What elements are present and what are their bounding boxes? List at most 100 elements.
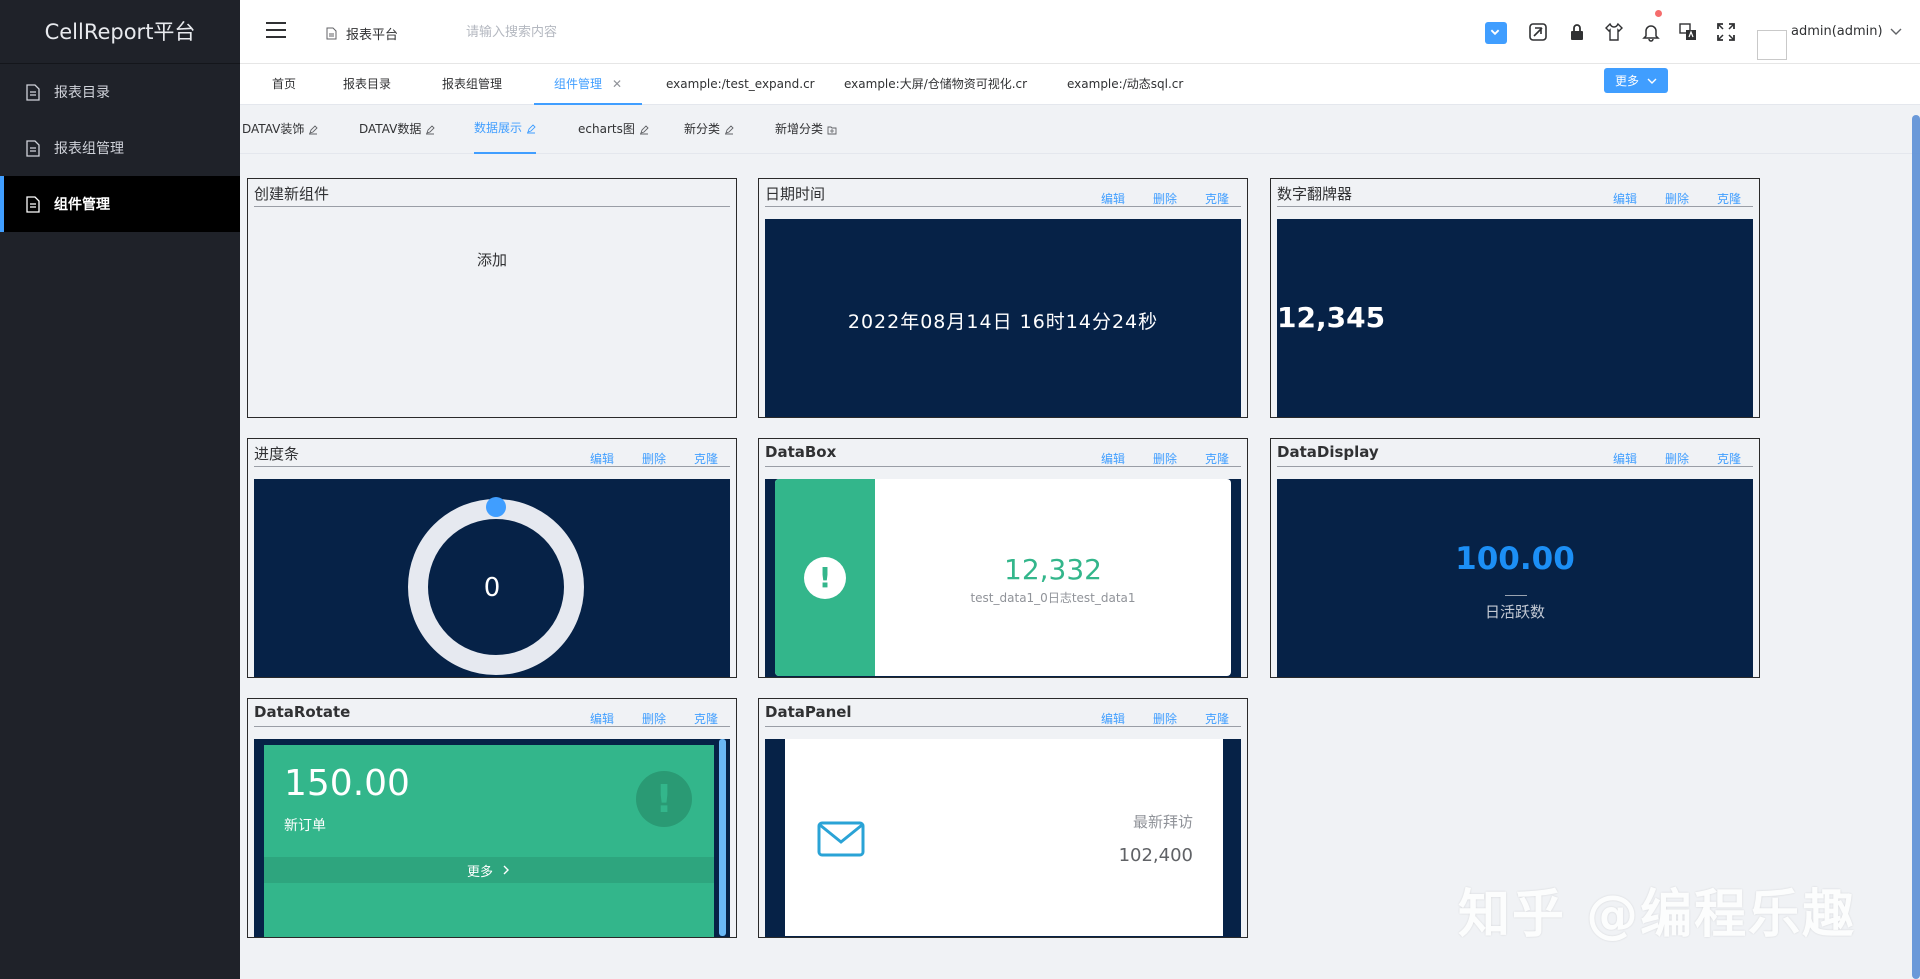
- tabs-more-button[interactable]: 更多: [1604, 68, 1668, 93]
- edit-icon[interactable]: [526, 123, 536, 134]
- lock-icon[interactable]: [1567, 22, 1587, 42]
- fullscreen-icon[interactable]: [1716, 22, 1736, 42]
- category-datav-data[interactable]: DATAV数据: [359, 105, 435, 154]
- delete-button[interactable]: 删除: [642, 710, 666, 727]
- card-progress: 进度条 编辑 删除 克隆 0: [247, 438, 737, 678]
- category-label: 新增分类: [775, 122, 824, 136]
- tab-home[interactable]: 首页: [272, 64, 296, 105]
- sidebar-item-report-group[interactable]: 报表组管理: [0, 120, 240, 176]
- theme-icon[interactable]: [1528, 22, 1548, 42]
- checkbox-icon[interactable]: [1485, 22, 1507, 44]
- watermark: 知乎 @编程乐趣: [1458, 885, 1857, 945]
- edit-icon[interactable]: [639, 124, 649, 135]
- document-icon: [26, 139, 40, 157]
- delete-button[interactable]: 删除: [1153, 190, 1177, 207]
- progress-handle: [486, 497, 506, 517]
- tab-test-expand[interactable]: example:/test_expand.cr: [666, 64, 815, 105]
- delete-button[interactable]: 删除: [1153, 450, 1177, 467]
- card-title: DataRotate: [254, 703, 351, 721]
- username[interactable]: admin(admin): [1791, 24, 1883, 39]
- edit-button[interactable]: 编辑: [590, 710, 614, 727]
- preview-area[interactable]: 150.00 新订单 ! 更多: [254, 739, 730, 937]
- exclamation-icon: !: [636, 771, 692, 827]
- card-title: DataBox: [765, 443, 837, 461]
- edit-button[interactable]: 编辑: [1613, 450, 1637, 467]
- clone-button[interactable]: 克隆: [1205, 190, 1229, 207]
- bell-icon[interactable]: [1641, 22, 1661, 42]
- folder-add-icon[interactable]: [827, 125, 837, 135]
- tab-warehouse-visual[interactable]: example:大屏/仓储物资可视化.cr: [844, 64, 1027, 105]
- sidebar-item-label: 报表组管理: [54, 141, 124, 157]
- clone-button[interactable]: 克隆: [694, 450, 718, 467]
- card-title: 数字翻牌器: [1277, 185, 1353, 203]
- category-label: 新分类: [684, 122, 721, 136]
- translate-icon[interactable]: [1678, 22, 1698, 42]
- datetime-value: 2022年08月14日 16时14分24秒: [847, 311, 1159, 333]
- clone-button[interactable]: 克隆: [1717, 450, 1741, 467]
- delete-button[interactable]: 删除: [642, 450, 666, 467]
- clone-button[interactable]: 克隆: [1717, 190, 1741, 207]
- card-actions: 编辑 删除 克隆: [1613, 190, 1741, 207]
- card-title: 创建新组件: [254, 185, 330, 203]
- preview-area[interactable]: ! 12,332 test_data1_0日志test_data1: [765, 479, 1241, 677]
- clone-button[interactable]: 克隆: [1205, 450, 1229, 467]
- tab-component-management[interactable]: 组件管理 ✕: [534, 64, 643, 105]
- delete-button[interactable]: 删除: [1665, 450, 1689, 467]
- category-new[interactable]: 新分类: [684, 105, 734, 154]
- preview-area[interactable]: 2022年08月14日 16时14分24秒: [765, 219, 1241, 417]
- clone-button[interactable]: 克隆: [694, 710, 718, 727]
- category-data-display[interactable]: 数据展示: [474, 105, 537, 154]
- shirt-icon[interactable]: [1604, 22, 1624, 42]
- preview-area[interactable]: 12,345: [1277, 219, 1753, 417]
- avatar[interactable]: [1757, 30, 1787, 60]
- datapanel-widget: 最新拜访 102,400: [785, 739, 1223, 936]
- chevron-down-icon[interactable]: [1890, 26, 1902, 36]
- delete-button[interactable]: 删除: [1665, 190, 1689, 207]
- edit-icon[interactable]: [308, 124, 318, 135]
- divider: [765, 726, 1241, 727]
- edit-icon[interactable]: [724, 124, 734, 135]
- close-icon[interactable]: ✕: [612, 77, 622, 91]
- search-input[interactable]: [454, 16, 674, 48]
- preview-area[interactable]: 0: [254, 479, 730, 677]
- tab-report-group[interactable]: 报表组管理: [442, 64, 502, 105]
- divider: [765, 466, 1241, 467]
- hamburger-menu-icon[interactable]: [266, 22, 286, 38]
- preview-area[interactable]: 最新拜访 102,400: [765, 739, 1241, 937]
- databox-subtitle: test_data1_0日志test_data1: [970, 591, 1136, 605]
- edit-button[interactable]: 编辑: [590, 450, 614, 467]
- tab-report-catalog[interactable]: 报表目录: [343, 64, 391, 105]
- preview-area[interactable]: 100.00 日活跃数: [1277, 479, 1753, 677]
- sidebar-item-component-management[interactable]: 组件管理: [0, 176, 240, 232]
- divider: [765, 206, 1241, 207]
- edit-button[interactable]: 编辑: [1613, 190, 1637, 207]
- card-title: 进度条: [254, 445, 300, 463]
- divider: [254, 206, 730, 207]
- delete-button[interactable]: 删除: [1153, 710, 1177, 727]
- datarotate-more-link[interactable]: 更多: [264, 857, 714, 883]
- tab-dynamic-sql[interactable]: example:/动态sql.cr: [1067, 64, 1183, 105]
- card-number-flipper: 数字翻牌器 编辑 删除 克隆 12,345: [1270, 178, 1760, 418]
- card-actions: 编辑 删除 克隆: [1613, 450, 1741, 467]
- widget-scrollbar[interactable]: [719, 739, 726, 936]
- breadcrumb: 报表平台: [326, 24, 398, 43]
- edit-icon[interactable]: [425, 124, 435, 135]
- datarotate-value: 150.00: [284, 763, 410, 804]
- category-echarts[interactable]: echarts图: [578, 105, 649, 154]
- sidebar: CellReport平台 报表目录 报表组管理 组件管理: [0, 0, 240, 979]
- datadisplay-label: 日活跃数: [1484, 603, 1545, 621]
- app-logo[interactable]: CellReport平台: [0, 0, 240, 64]
- add-component-button[interactable]: 添加: [248, 249, 736, 270]
- datarotate-widget: 150.00 新订单 ! 更多: [264, 745, 714, 937]
- edit-button[interactable]: 编辑: [1101, 190, 1125, 207]
- page-scrollbar[interactable]: [1912, 115, 1920, 979]
- edit-button[interactable]: 编辑: [1101, 710, 1125, 727]
- datarotate-label: 新订单: [284, 818, 326, 834]
- clone-button[interactable]: 克隆: [1205, 710, 1229, 727]
- card-actions: 编辑 删除 克隆: [1101, 190, 1229, 207]
- category-add[interactable]: 新增分类: [775, 105, 837, 154]
- edit-button[interactable]: 编辑: [1101, 450, 1125, 467]
- card-create-component: 创建新组件 添加: [247, 178, 737, 418]
- sidebar-item-report-catalog[interactable]: 报表目录: [0, 64, 240, 120]
- category-datav-decoration[interactable]: DATAV装饰: [242, 105, 318, 154]
